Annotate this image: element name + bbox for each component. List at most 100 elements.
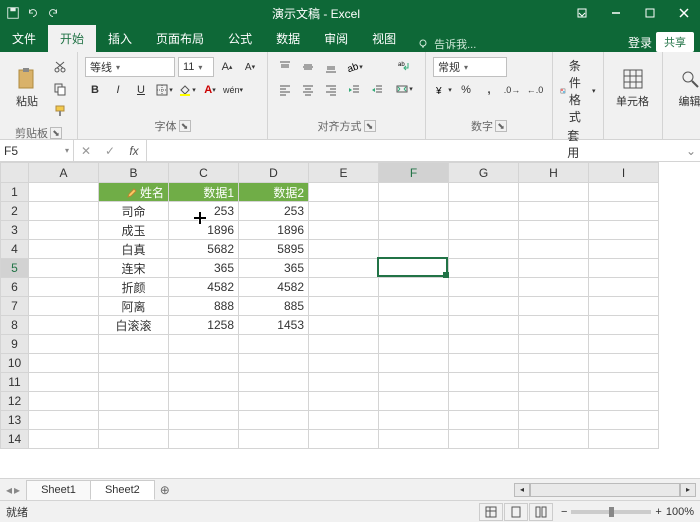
- cell-B4[interactable]: 白真: [99, 240, 169, 259]
- col-header-A[interactable]: A: [29, 163, 99, 183]
- cell-H5[interactable]: [519, 259, 589, 278]
- cell-C5[interactable]: 365: [169, 259, 239, 278]
- cell-A5[interactable]: [29, 259, 99, 278]
- cell-A12[interactable]: [29, 392, 99, 411]
- number-format-combo[interactable]: 常规▾: [433, 57, 507, 77]
- cell-I10[interactable]: [589, 354, 659, 373]
- decrease-indent-button[interactable]: [344, 80, 364, 100]
- cell-G6[interactable]: [449, 278, 519, 297]
- cell-B13[interactable]: [99, 411, 169, 430]
- cell-I14[interactable]: [589, 430, 659, 449]
- cell-H11[interactable]: [519, 373, 589, 392]
- cell-D5[interactable]: 365: [239, 259, 309, 278]
- font-name-combo[interactable]: 等线▾: [85, 57, 175, 77]
- cell-E12[interactable]: [309, 392, 379, 411]
- cell-E5[interactable]: [309, 259, 379, 278]
- tab-review[interactable]: 审阅: [312, 25, 360, 52]
- cell-F6[interactable]: [379, 278, 449, 297]
- cell-B12[interactable]: [99, 392, 169, 411]
- cell-I9[interactable]: [589, 335, 659, 354]
- increase-decimal-button[interactable]: .0→: [502, 80, 522, 100]
- cell-G10[interactable]: [449, 354, 519, 373]
- cell-H6[interactable]: [519, 278, 589, 297]
- row-header-9[interactable]: 9: [1, 335, 29, 354]
- decrease-font-button[interactable]: A▾: [240, 57, 260, 77]
- cell-A9[interactable]: [29, 335, 99, 354]
- cell-G11[interactable]: [449, 373, 519, 392]
- cell-F5[interactable]: [379, 259, 449, 278]
- enter-formula-button[interactable]: ✓: [98, 140, 122, 161]
- cell-G9[interactable]: [449, 335, 519, 354]
- align-launcher[interactable]: ⬊: [364, 120, 376, 132]
- cell-E13[interactable]: [309, 411, 379, 430]
- tab-view[interactable]: 视图: [360, 25, 408, 52]
- zoom-slider[interactable]: [571, 510, 651, 514]
- cell-G2[interactable]: [449, 202, 519, 221]
- cell-A2[interactable]: [29, 202, 99, 221]
- cell-B5[interactable]: 连宋: [99, 259, 169, 278]
- align-right-button[interactable]: [321, 80, 341, 100]
- decrease-decimal-button[interactable]: ←.0: [525, 80, 545, 100]
- cell-C11[interactable]: [169, 373, 239, 392]
- cell-E2[interactable]: [309, 202, 379, 221]
- fx-button[interactable]: fx: [122, 140, 146, 161]
- increase-font-button[interactable]: A▴: [217, 57, 237, 77]
- align-bottom-button[interactable]: [321, 57, 341, 77]
- cell-D14[interactable]: [239, 430, 309, 449]
- cell-C3[interactable]: 1896: [169, 221, 239, 240]
- col-header-C[interactable]: C: [169, 163, 239, 183]
- cell-E7[interactable]: [309, 297, 379, 316]
- cell-I6[interactable]: [589, 278, 659, 297]
- percent-button[interactable]: %: [456, 80, 476, 100]
- cell-E9[interactable]: [309, 335, 379, 354]
- cell-C12[interactable]: [169, 392, 239, 411]
- zoom-out-button[interactable]: −: [561, 506, 567, 518]
- cell-H4[interactable]: [519, 240, 589, 259]
- sheet-tab-sheet1[interactable]: Sheet1: [26, 480, 91, 500]
- cell-B2[interactable]: 司命: [99, 202, 169, 221]
- cell-E10[interactable]: [309, 354, 379, 373]
- hscroll-left-button[interactable]: ◂: [514, 483, 530, 497]
- cell-C2[interactable]: 253: [169, 202, 239, 221]
- cell-G5[interactable]: [449, 259, 519, 278]
- hscroll-right-button[interactable]: ▸: [680, 483, 696, 497]
- cell-H7[interactable]: [519, 297, 589, 316]
- cell-I4[interactable]: [589, 240, 659, 259]
- merge-button[interactable]: ▾: [390, 79, 418, 99]
- wrap-text-button[interactable]: ab: [390, 57, 418, 77]
- row-header-8[interactable]: 8: [1, 316, 29, 335]
- border-button[interactable]: ▾: [154, 80, 174, 100]
- redo-icon[interactable]: [46, 6, 60, 20]
- save-icon[interactable]: [6, 6, 20, 20]
- expand-formula-icon[interactable]: ⌄: [682, 144, 700, 158]
- number-launcher[interactable]: ⬊: [495, 120, 507, 132]
- row-header-5[interactable]: 5: [1, 259, 29, 278]
- cell-H13[interactable]: [519, 411, 589, 430]
- cell-D11[interactable]: [239, 373, 309, 392]
- cell-A13[interactable]: [29, 411, 99, 430]
- cut-button[interactable]: [50, 57, 70, 77]
- cell-I12[interactable]: [589, 392, 659, 411]
- cell-C7[interactable]: 888: [169, 297, 239, 316]
- cell-E3[interactable]: [309, 221, 379, 240]
- cell-C8[interactable]: 1258: [169, 316, 239, 335]
- row-header-13[interactable]: 13: [1, 411, 29, 430]
- cancel-formula-button[interactable]: ✕: [74, 140, 98, 161]
- cell-B10[interactable]: [99, 354, 169, 373]
- cell-B14[interactable]: [99, 430, 169, 449]
- cell-I8[interactable]: [589, 316, 659, 335]
- view-normal-button[interactable]: [479, 503, 503, 521]
- align-center-button[interactable]: [298, 80, 318, 100]
- cell-G7[interactable]: [449, 297, 519, 316]
- add-sheet-button[interactable]: ⊕: [154, 483, 176, 497]
- cell-C4[interactable]: 5682: [169, 240, 239, 259]
- cell-H9[interactable]: [519, 335, 589, 354]
- cell-A14[interactable]: [29, 430, 99, 449]
- cell-G4[interactable]: [449, 240, 519, 259]
- cell-F7[interactable]: [379, 297, 449, 316]
- cell-C14[interactable]: [169, 430, 239, 449]
- row-header-7[interactable]: 7: [1, 297, 29, 316]
- cell-F2[interactable]: [379, 202, 449, 221]
- cell-A3[interactable]: [29, 221, 99, 240]
- maximize-icon[interactable]: [634, 0, 666, 26]
